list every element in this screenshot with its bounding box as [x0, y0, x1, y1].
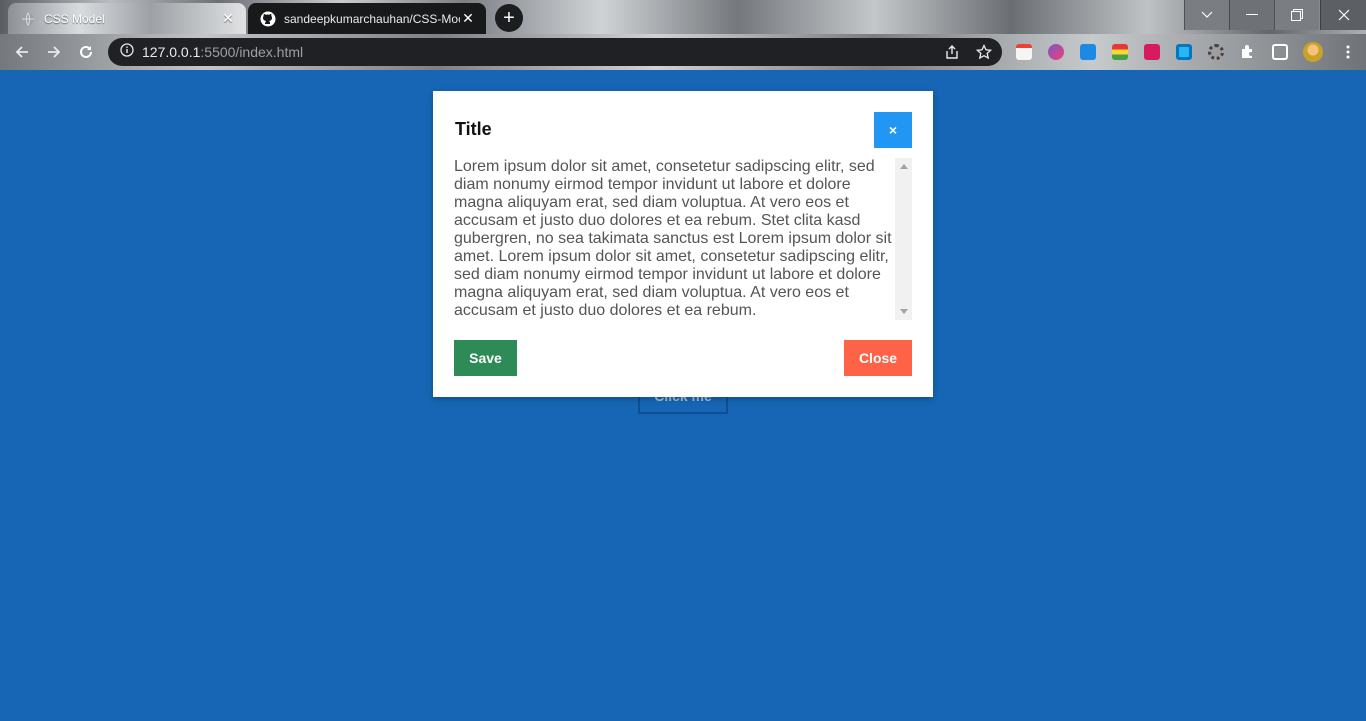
scrollbar-thumb[interactable] — [897, 175, 910, 303]
profile-avatar[interactable] — [1303, 42, 1323, 62]
palette-extension-icon[interactable] — [1112, 44, 1128, 60]
close-tab-icon[interactable]: ✕ — [220, 10, 236, 27]
gear-extension-icon[interactable] — [1208, 44, 1224, 60]
modal-scrollbar[interactable] — [895, 158, 912, 320]
tab-github[interactable]: sandeepkumarchauhan/CSS-Moc ✕ — [248, 3, 486, 34]
modal-body-text: Lorem ipsum dolor sit amet, consetetur s… — [454, 158, 892, 319]
page-viewport: Click me Title × Lorem ipsum dolor sit a… — [0, 70, 1366, 721]
modal-body[interactable]: Lorem ipsum dolor sit amet, consetetur s… — [454, 158, 912, 320]
tab-title: CSS Model — [44, 11, 105, 26]
reload-icon[interactable] — [72, 38, 100, 66]
window-extension-icon[interactable] — [1176, 44, 1192, 60]
new-tab-button[interactable]: + — [495, 4, 523, 32]
minimize-button[interactable] — [1229, 0, 1274, 30]
calendar-extension-icon[interactable] — [1016, 44, 1032, 60]
tab-search-button[interactable] — [1184, 0, 1229, 30]
tab-title: sandeepkumarchauhan/CSS-Moc — [284, 11, 460, 26]
modal-dialog: Title × Lorem ipsum dolor sit amet, cons… — [433, 91, 933, 397]
forward-icon[interactable] — [40, 38, 68, 66]
css-extension-icon[interactable] — [1080, 44, 1096, 60]
bookmark-star-icon[interactable] — [976, 44, 992, 60]
close-window-button[interactable] — [1320, 0, 1366, 30]
pink-extension-icon[interactable] — [1144, 44, 1160, 60]
browser-tab-strip: CSS Model ✕ sandeepkumarchauhan/CSS-Moc … — [0, 0, 1366, 34]
info-icon[interactable] — [120, 42, 134, 62]
side-panel-icon[interactable] — [1272, 44, 1288, 60]
back-icon[interactable] — [8, 38, 36, 66]
scroll-down-arrow-icon[interactable] — [895, 303, 912, 320]
github-icon — [260, 11, 276, 27]
tab-css-model[interactable]: CSS Model ✕ — [8, 3, 246, 34]
modal-close-x-button[interactable]: × — [874, 112, 912, 148]
scroll-up-arrow-icon[interactable] — [895, 158, 912, 175]
globe-icon — [20, 11, 36, 27]
restore-button[interactable] — [1274, 0, 1319, 30]
puzzle-extensions-icon[interactable] — [1240, 44, 1256, 60]
modal-title: Title — [455, 119, 492, 139]
save-button[interactable]: Save — [454, 340, 517, 376]
close-button[interactable]: Close — [844, 340, 912, 376]
url-text: 127.0.0.1:5500/index.html — [142, 44, 304, 60]
address-bar[interactable]: 127.0.0.1:5500/index.html — [108, 38, 1002, 66]
close-tab-icon[interactable]: ✕ — [460, 10, 476, 27]
menu-kebab-icon[interactable] — [1340, 44, 1356, 60]
browser-toolbar: 127.0.0.1:5500/index.html — [0, 34, 1366, 70]
purple-extension-icon[interactable] — [1048, 44, 1064, 60]
share-icon[interactable] — [944, 44, 960, 60]
